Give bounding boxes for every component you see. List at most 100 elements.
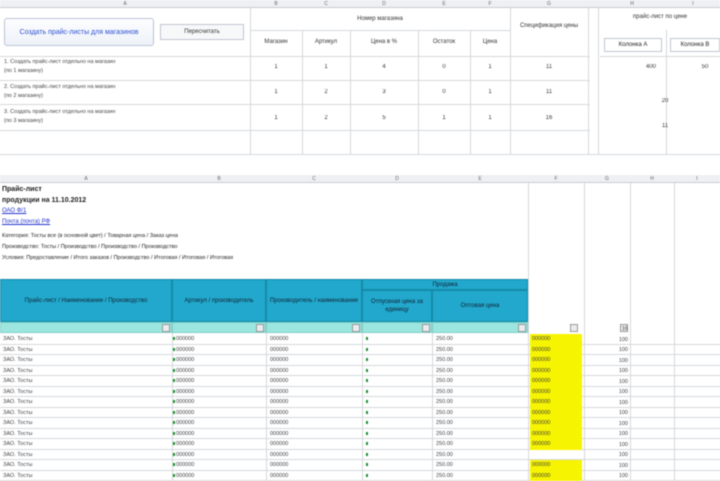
row-name[interactable]: ЗАО. Тосты: [3, 378, 32, 384]
row-price[interactable]: 250.00: [436, 452, 453, 458]
right-value[interactable]: 100: [612, 442, 628, 448]
right-value[interactable]: 100: [612, 431, 628, 437]
row-article[interactable]: 000000: [176, 368, 194, 374]
bottom-col-G[interactable]: G: [584, 175, 630, 183]
top-col-A[interactable]: A: [0, 0, 250, 8]
cell[interactable]: 2: [302, 115, 350, 121]
row-price[interactable]: 250.00: [436, 399, 453, 405]
row-article[interactable]: 000000: [176, 410, 194, 416]
top-col-G[interactable]: G: [510, 0, 588, 8]
row-manufacturer[interactable]: 000000: [270, 410, 288, 416]
row-article[interactable]: 000000: [176, 378, 194, 384]
row-name[interactable]: ЗАО. Тосты: [3, 368, 32, 374]
cell[interactable]: 4: [350, 64, 418, 70]
bottom-col-A[interactable]: A: [0, 175, 172, 183]
cell[interactable]: 16: [510, 115, 588, 121]
bottom-col-F[interactable]: F: [528, 175, 584, 183]
filter-dropdown-icon[interactable]: [518, 324, 526, 332]
right-value[interactable]: 100: [612, 379, 628, 385]
email-link[interactable]: Почта (почта) РФ: [2, 219, 50, 225]
row-manufacturer[interactable]: 000000: [270, 399, 288, 405]
filter-dropdown-icon[interactable]: [352, 324, 360, 332]
filter-dropdown-icon[interactable]: [570, 324, 578, 332]
top-col-F[interactable]: F: [470, 0, 510, 8]
row-manufacturer[interactable]: 000000: [270, 389, 288, 395]
right-value[interactable]: 100: [612, 337, 628, 343]
row-name[interactable]: ЗАО. Тосты: [3, 431, 32, 437]
row-name[interactable]: ЗАО. Тосты: [3, 357, 32, 363]
header-unit-price[interactable]: Отпускная цена за единицу: [362, 290, 432, 322]
row-price[interactable]: 250.00: [436, 357, 453, 363]
row-name[interactable]: ЗАО. Тосты: [3, 399, 32, 405]
company-link[interactable]: ОАО Ф/1: [2, 208, 26, 214]
right-value[interactable]: 100: [612, 421, 628, 427]
cell[interactable]: 1: [470, 64, 510, 70]
row-name[interactable]: ЗАО. Тосты: [3, 452, 32, 458]
row-price[interactable]: 250.00: [436, 462, 453, 468]
row-manufacturer[interactable]: 000000: [270, 420, 288, 426]
row-article[interactable]: 000000: [176, 347, 194, 353]
filter-dropdown-icon[interactable]: [256, 324, 264, 332]
row-manufacturer[interactable]: 000000: [270, 336, 288, 342]
row-article[interactable]: 000000: [176, 336, 194, 342]
cell[interactable]: 400: [636, 64, 666, 70]
filter-dropdown-icon[interactable]: [422, 324, 430, 332]
create-price-lists-button[interactable]: Создать прайс-листы для магазинов: [4, 18, 154, 46]
row-price[interactable]: 250.00: [436, 431, 453, 437]
row-manufacturer[interactable]: 000000: [270, 431, 288, 437]
right-value[interactable]: 100: [612, 463, 628, 469]
cell[interactable]: 3: [350, 89, 418, 95]
right-value[interactable]: 100: [612, 400, 628, 406]
cell[interactable]: 2: [302, 89, 350, 95]
row-name[interactable]: ЗАО. Тосты: [3, 389, 32, 395]
row-article[interactable]: 000000: [176, 431, 194, 437]
header-name[interactable]: Прайс-лист / Наименование / Производство: [0, 279, 172, 322]
row-name[interactable]: ЗАО. Тосты: [3, 347, 32, 353]
bottom-col-D[interactable]: D: [362, 175, 432, 183]
row-article[interactable]: 000000: [176, 399, 194, 405]
bottom-col-B[interactable]: B: [172, 175, 266, 183]
row-price[interactable]: 250.00: [436, 410, 453, 416]
row-manufacturer[interactable]: 000000: [270, 347, 288, 353]
cell[interactable]: 50: [690, 64, 720, 70]
row-manufacturer[interactable]: 000000: [270, 462, 288, 468]
top-col-E[interactable]: E: [418, 0, 470, 8]
recalculate-button[interactable]: Пересчитать: [160, 24, 244, 40]
row-article[interactable]: 000000: [176, 357, 194, 363]
filter-dropdown-icon[interactable]: [162, 324, 170, 332]
cell[interactable]: 1: [302, 64, 350, 70]
row-price[interactable]: 250.00: [436, 368, 453, 374]
bottom-col-I[interactable]: I: [674, 175, 720, 183]
right-value[interactable]: 100: [612, 358, 628, 364]
bottom-col-H[interactable]: H: [630, 175, 674, 183]
cell[interactable]: 20: [650, 98, 680, 104]
row-name[interactable]: ЗАО. Тосты: [3, 441, 32, 447]
cell[interactable]: 0: [418, 64, 470, 70]
row-price[interactable]: 250.00: [436, 378, 453, 384]
row-article[interactable]: 000000: [176, 462, 194, 468]
header-sales-group[interactable]: Продажа: [362, 279, 528, 290]
right-value[interactable]: 100: [612, 473, 628, 479]
row-article[interactable]: 000000: [176, 473, 194, 479]
cell[interactable]: 0: [418, 89, 470, 95]
top-col-B[interactable]: B: [250, 0, 302, 8]
cell[interactable]: 1: [250, 89, 302, 95]
cell[interactable]: 1: [250, 64, 302, 70]
row-name[interactable]: ЗАО. Тосты: [3, 336, 32, 342]
right-value[interactable]: 100: [612, 452, 628, 458]
row-price[interactable]: 250.00: [436, 336, 453, 342]
row-manufacturer[interactable]: 000000: [270, 441, 288, 447]
right-value[interactable]: 100: [612, 410, 628, 416]
right-value[interactable]: 100: [612, 389, 628, 395]
header-article[interactable]: Артикул / производитель: [172, 279, 266, 322]
right-value[interactable]: 100: [612, 347, 628, 353]
header-manufacturer[interactable]: Производитель / наименование: [266, 279, 362, 322]
cell[interactable]: 1: [470, 89, 510, 95]
right-value[interactable]: 100: [612, 368, 628, 374]
cell[interactable]: 1: [418, 115, 470, 121]
cell[interactable]: 5: [350, 115, 418, 121]
row-name[interactable]: ЗАО. Тосты: [3, 410, 32, 416]
cell[interactable]: 1: [250, 115, 302, 121]
row-article[interactable]: 000000: [176, 441, 194, 447]
top-col-I[interactable]: I: [666, 0, 720, 8]
